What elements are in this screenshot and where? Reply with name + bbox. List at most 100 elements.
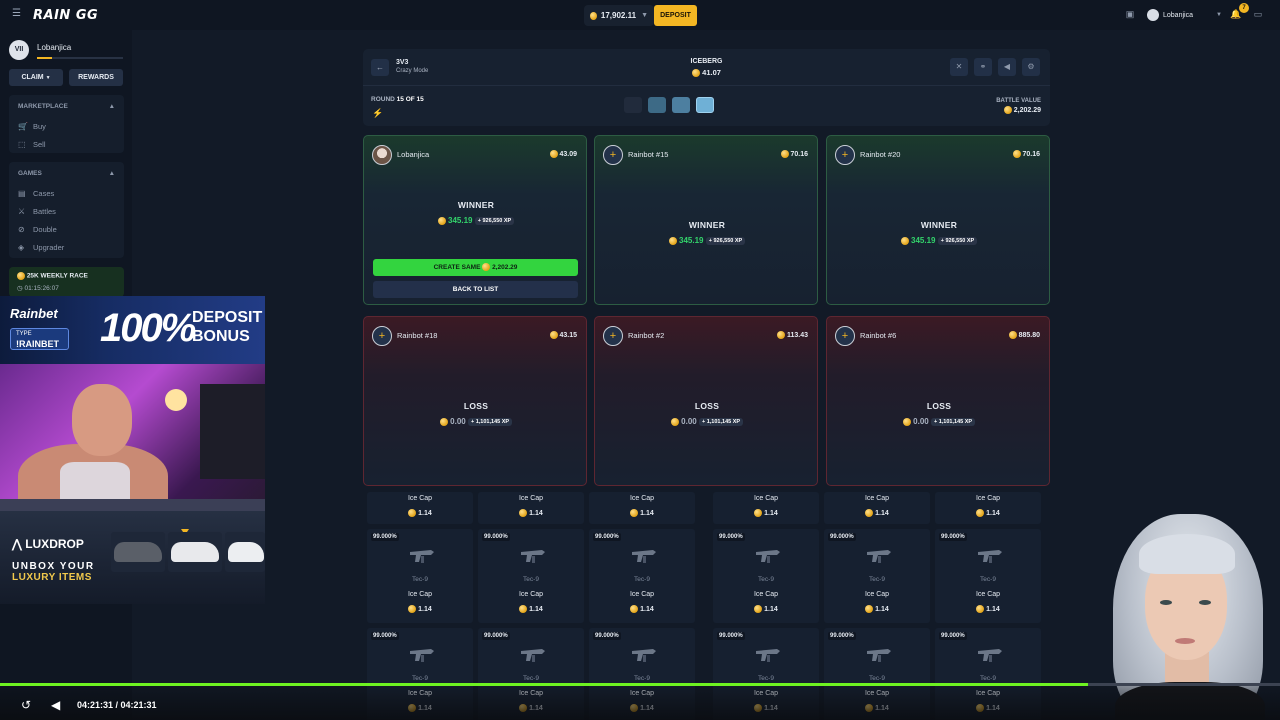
item-card[interactable]: 99.000% Tec-9 Ice Cap 1.14 <box>713 529 819 623</box>
item-type: Tec-9 <box>634 576 650 583</box>
item-card[interactable]: Ice Cap 1.14 <box>478 492 584 524</box>
create-same-button[interactable]: CREATE SAME 2,202.29 <box>373 259 578 276</box>
marketplace-section: MARKETPLACE ▲ 🛒 Buy ⬚ Sell <box>9 95 124 153</box>
item-card[interactable]: 99.000% Tec-9 Ice Cap 1.14 <box>478 529 584 623</box>
player-name: Lobanjica <box>397 150 430 159</box>
player-amount: 43.09 <box>549 150 577 158</box>
item-type: Tec-9 <box>758 675 774 682</box>
item-card[interactable]: Ice Cap 1.14 <box>367 492 473 524</box>
bot-avatar: + <box>603 145 623 165</box>
coin-icon <box>17 272 25 280</box>
sidebar-username: Lobanjica <box>37 43 72 52</box>
bot-avatar: + <box>372 326 392 346</box>
race-title: 25K WEEKLY RACE <box>17 272 88 280</box>
weekly-race-banner[interactable]: 25K WEEKLY RACE ◷ 01:15:26:07 <box>9 267 124 297</box>
round-label: ROUND <box>371 96 395 103</box>
create-amount: 2,202.29 <box>492 264 518 271</box>
battle-value-amount: 2,202.29 <box>1013 106 1041 114</box>
coin-icon <box>780 150 789 158</box>
rainbet-ad: Rainbet TYPE !RAINBET 100% DEPOSIT BONUS <box>0 296 265 364</box>
marketplace-header[interactable]: MARKETPLACE ▲ <box>9 95 124 118</box>
sidebar-item-upgrader[interactable]: ◈ Upgrader <box>9 239 124 257</box>
item-odds: 99.000% <box>717 533 745 541</box>
case-price-value: 41.07 <box>702 68 721 77</box>
player-amount-value: 43.09 <box>559 150 577 158</box>
eye-image <box>1160 600 1172 605</box>
item-odds: 99.000% <box>482 632 510 640</box>
coin-icon <box>408 509 417 517</box>
coin-icon <box>408 605 417 613</box>
level-badge: VII <box>9 40 29 60</box>
item-price: 1.14 <box>589 605 695 613</box>
user-menu[interactable]: Lobanjica ▼ <box>1147 6 1222 24</box>
games-section: GAMES ▲ ▤ Cases ⚔ Battles ⊘ Double ◈ Upgrader <box>9 162 124 258</box>
item-card[interactable]: Ice Cap 1.14 <box>589 492 695 524</box>
sound-icon[interactable]: ◀ <box>998 58 1016 76</box>
xp-badge: + 1,101,145 XP <box>467 417 513 426</box>
result-value: 0.00 + 1,101,145 XP <box>827 417 1049 426</box>
marketplace-title: MARKETPLACE <box>18 103 68 110</box>
item-odds: 99.000% <box>593 632 621 640</box>
sidebar-item-battles[interactable]: ⚔ Battles <box>9 203 124 221</box>
player-card: + Rainbot #20 70.16 WINNER 345.19 + 926,55… <box>826 135 1050 305</box>
streamer-head <box>72 384 132 456</box>
result-value: 345.19 + 926,550 XP <box>595 236 817 245</box>
back-to-list-button[interactable]: BACK TO LIST <box>373 281 578 298</box>
coin-icon <box>670 417 679 426</box>
sidebar-item-cases[interactable]: ▤ Cases <box>9 185 124 203</box>
item-price-value: 1.14 <box>764 605 778 613</box>
games-header[interactable]: GAMES ▲ <box>9 162 124 185</box>
sidebar-user[interactable]: VII Lobanjica <box>9 40 124 62</box>
tools-icon[interactable]: ✕ <box>950 58 968 76</box>
item-name: Ice Cap <box>975 495 1001 502</box>
video-time: 04:21:31 / 04:21:31 <box>77 700 157 710</box>
result-value: 345.19 + 926,550 XP <box>827 236 1049 245</box>
volume-icon[interactable]: ◀ <box>51 698 65 712</box>
player-amount-value: 885.80 <box>1018 331 1040 339</box>
player-amount-value: 70.16 <box>790 150 808 158</box>
item-card[interactable]: 99.000% Tec-9 Ice Cap 1.14 <box>589 529 695 623</box>
lamp-image <box>165 389 187 411</box>
coin-icon <box>1012 150 1021 158</box>
command-text: !RAINBET <box>16 339 59 349</box>
sidebar-item-double[interactable]: ⊘ Double <box>9 221 124 239</box>
item-card[interactable]: 99.000% Tec-9 Ice Cap 1.14 <box>367 529 473 623</box>
chat-icon[interactable]: ▭ <box>1252 8 1264 20</box>
item-type: Tec-9 <box>758 576 774 583</box>
item-card[interactable]: Ice Cap 1.14 <box>935 492 1041 524</box>
item-card[interactable]: Ice Cap 1.14 <box>824 492 930 524</box>
item-card[interactable]: 99.000% Tec-9 Ice Cap 1.14 <box>935 529 1041 623</box>
plus-icon: + <box>609 149 617 161</box>
player-amount: 70.16 <box>1012 150 1040 158</box>
divider <box>363 85 1050 86</box>
claim-button[interactable]: CLAIM ▼ <box>9 69 63 86</box>
result-label: LOSS <box>694 401 720 411</box>
item-price-value: 1.14 <box>986 605 1000 613</box>
games-title: GAMES <box>18 170 42 177</box>
chevron-down-icon: ▼ <box>1216 12 1222 18</box>
case-icon: ▤ <box>18 189 26 198</box>
race-timer: ◷ 01:15:26:07 <box>17 284 59 292</box>
menu-icon[interactable]: ☰ <box>12 9 21 19</box>
item-price: 1.14 <box>589 509 695 517</box>
replay-icon[interactable]: ↺ <box>21 698 35 712</box>
coin-icon <box>976 509 985 517</box>
balance-display[interactable]: 17,902.11 ▼ <box>584 5 654 26</box>
bonus-line-1: DEPOSIT <box>192 309 263 326</box>
settings-icon[interactable]: ⚙ <box>1022 58 1040 76</box>
rewards-button[interactable]: REWARDS <box>69 69 123 86</box>
item-card[interactable]: 99.000% Tec-9 Ice Cap 1.14 <box>824 529 930 623</box>
sidebar-item-buy[interactable]: 🛒 Buy <box>9 118 124 136</box>
case-thumbnail <box>624 97 642 113</box>
item-type: Tec-9 <box>412 675 428 682</box>
site-logo[interactable]: RAIN GG <box>33 8 98 23</box>
gun-icon <box>867 649 891 662</box>
link-icon[interactable]: ⚭ <box>974 58 992 76</box>
eye-image <box>1199 600 1211 605</box>
item-price-value: 1.14 <box>529 509 543 517</box>
deposit-button[interactable]: DEPOSIT <box>654 5 697 26</box>
item-card[interactable]: Ice Cap 1.14 <box>713 492 819 524</box>
sell-icon: ⬚ <box>18 140 26 149</box>
sidebar-item-sell[interactable]: ⬚ Sell <box>9 136 124 154</box>
chest-icon[interactable]: ▣ <box>1124 8 1136 20</box>
